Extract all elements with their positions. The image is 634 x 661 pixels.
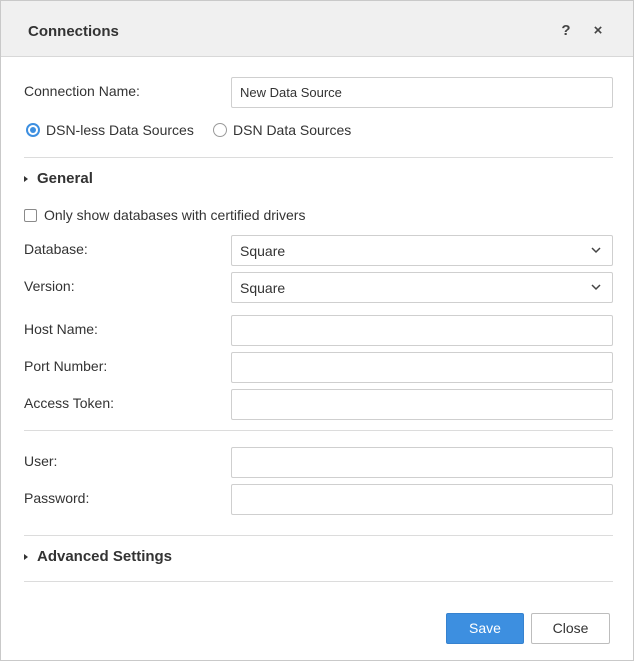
host-name-input[interactable]: [231, 315, 613, 346]
connections-dialog: Connections ? × Connection Name: DSN-les…: [0, 0, 634, 661]
radio-dsn-less[interactable]: DSN-less Data Sources: [26, 122, 194, 138]
port-number-label: Port Number:: [24, 358, 108, 374]
general-section-toggle[interactable]: General: [24, 170, 93, 187]
dialog-titlebar: Connections ? ×: [1, 1, 633, 57]
save-button[interactable]: Save: [446, 613, 524, 644]
database-label: Database:: [24, 241, 88, 257]
password-label: Password:: [24, 490, 90, 506]
caret-right-icon: [24, 553, 28, 560]
general-section-title: General: [37, 170, 93, 187]
database-select[interactable]: Square: [231, 235, 613, 266]
advanced-settings-toggle[interactable]: Advanced Settings: [24, 548, 172, 565]
certified-drivers-label: Only show databases with certified drive…: [44, 207, 306, 223]
close-icon[interactable]: ×: [589, 21, 607, 41]
divider: [24, 535, 613, 536]
host-name-label: Host Name:: [24, 321, 98, 337]
radio-unselected-icon: [213, 123, 227, 137]
certified-drivers-checkbox[interactable]: Only show databases with certified drive…: [24, 207, 305, 223]
connection-name-label: Connection Name:: [24, 83, 140, 99]
dialog-title: Connections: [28, 23, 119, 40]
chevron-down-icon: [591, 284, 601, 291]
radio-dsn-label: DSN Data Sources: [233, 122, 352, 138]
access-token-input[interactable]: [231, 389, 613, 420]
help-icon[interactable]: ?: [557, 21, 575, 41]
connection-name-input[interactable]: [231, 77, 613, 108]
chevron-down-icon: [591, 247, 601, 254]
password-input[interactable]: [231, 484, 613, 515]
caret-right-icon: [24, 175, 28, 182]
access-token-label: Access Token:: [24, 395, 115, 411]
radio-dsn[interactable]: DSN Data Sources: [213, 122, 351, 138]
radio-dsn-less-label: DSN-less Data Sources: [46, 122, 194, 138]
divider: [24, 430, 613, 431]
version-select[interactable]: Square: [231, 272, 613, 303]
version-label: Version:: [24, 278, 75, 294]
divider: [24, 581, 613, 582]
checkbox-box: [24, 208, 37, 222]
advanced-settings-title: Advanced Settings: [37, 548, 173, 565]
close-button[interactable]: Close: [531, 613, 610, 644]
user-input[interactable]: [231, 447, 613, 478]
port-number-input[interactable]: [231, 352, 613, 383]
radio-selected-icon: [26, 123, 40, 137]
database-selected-value: Square: [240, 243, 286, 259]
divider: [24, 157, 613, 158]
user-label: User:: [24, 453, 58, 469]
version-selected-value: Square: [240, 280, 286, 296]
